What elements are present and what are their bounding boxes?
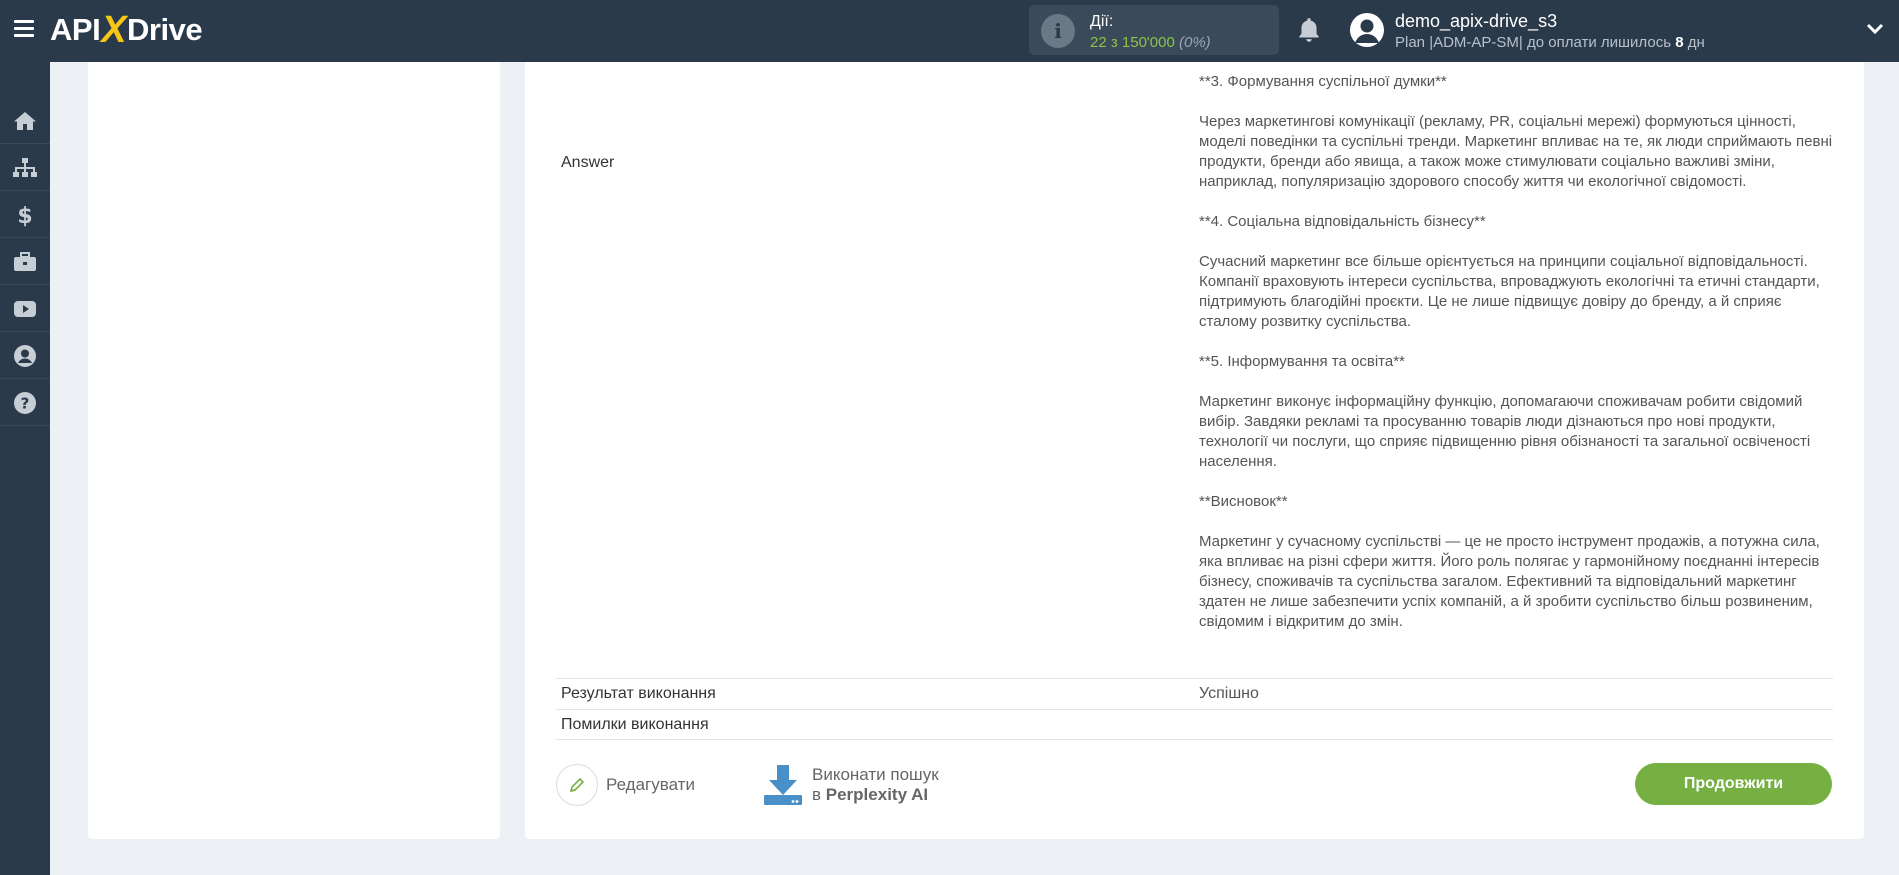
answer-field-label: Answer — [561, 154, 615, 171]
pencil-icon — [556, 764, 598, 806]
result-value: Успішно — [1199, 685, 1259, 702]
chevron-down-icon[interactable] — [1866, 22, 1884, 36]
actions-count: 22 з 150'000 — [1090, 34, 1175, 51]
sitemap-icon — [13, 157, 37, 177]
errors-label: Помилки виконання — [561, 716, 709, 733]
search-prefix: в — [812, 785, 826, 804]
sidebar-item-videos[interactable] — [0, 286, 50, 332]
answer-paragraph: Сучасний маркетинг все більше орієнтуєть… — [1199, 253, 1820, 330]
answer-paragraph: **5. Інформування та освіта** — [1199, 353, 1405, 370]
edit-button[interactable]: Редагувати — [556, 763, 695, 807]
download-icon — [764, 765, 802, 805]
sidebar-item-account[interactable] — [0, 333, 50, 379]
sidebar-item-services[interactable] — [0, 239, 50, 285]
logo-text-x: X — [101, 8, 127, 51]
help-icon: ? — [14, 391, 36, 414]
sidebar-item-home[interactable] — [0, 98, 50, 144]
dollar-icon: $ — [17, 204, 32, 227]
sidebar-item-billing[interactable]: $ — [0, 192, 50, 238]
username[interactable]: demo_apix-drive_s3 — [1395, 11, 1557, 32]
svg-text:?: ? — [21, 394, 30, 412]
left-panel — [88, 62, 500, 839]
top-bar: API X Drive i Дії: 22 з 150'000 (0%) demo_… — [0, 0, 1899, 62]
info-icon: i — [1041, 14, 1075, 48]
answer-paragraph: **3. Формування суспільної думки** — [1199, 73, 1447, 90]
plan-suffix: дн — [1683, 34, 1705, 51]
search-button-line2: в Perplexity AI — [812, 785, 939, 805]
answer-paragraph: **Висновок** — [1199, 493, 1288, 510]
sidebar-item-help[interactable]: ? — [0, 380, 50, 426]
answer-paragraph: Маркетинг виконує інформаційну функцію, … — [1199, 393, 1811, 470]
edit-button-label: Редагувати — [606, 775, 695, 794]
plan-info: Plan |ADM-AP-SM| до оплати лишилось 8 дн — [1395, 34, 1705, 51]
result-label: Результат виконання — [561, 685, 716, 702]
user-avatar-icon[interactable] — [1350, 13, 1384, 47]
sidebar: $ ? — [0, 62, 50, 875]
perplexity-brand: Perplexity AI — [825, 785, 929, 804]
apix-drive-logo[interactable]: API X Drive — [50, 9, 203, 51]
svg-text:$: $ — [17, 204, 32, 227]
table-row-errors: Помилки виконання — [556, 709, 1833, 740]
search-button-text: Виконати пошук в Perplexity AI — [812, 765, 939, 805]
continue-button[interactable]: Продовжити — [1635, 763, 1832, 805]
answer-paragraph: **4. Соціальна відповідальність бізнесу*… — [1199, 213, 1486, 230]
main-panel: Answer **3. Формування суспільної думки*… — [525, 62, 1864, 839]
table-row-result: Результат виконання Успішно — [556, 678, 1833, 709]
actions-percent: (0%) — [1179, 34, 1211, 51]
user-circle-icon — [14, 344, 36, 367]
search-button-line1: Виконати пошук — [812, 765, 939, 784]
home-icon — [14, 111, 36, 130]
menu-icon[interactable] — [14, 20, 34, 38]
search-perplexity-button[interactable]: Виконати пошук в Perplexity AI — [762, 762, 939, 808]
logo-text-api: API — [50, 12, 101, 47]
logo-text-drive: Drive — [127, 12, 203, 47]
actions-counter: i Дії: 22 з 150'000 (0%) — [1029, 5, 1279, 55]
plan-text: Plan |ADM-AP-SM| до оплати лишилось — [1395, 34, 1676, 51]
actions-label: Дії: — [1090, 13, 1114, 30]
answer-value: **3. Формування суспільної думки** Через… — [1199, 72, 1835, 632]
bell-icon[interactable] — [1296, 16, 1322, 44]
briefcase-icon — [14, 251, 36, 271]
plan-days: 8 — [1675, 34, 1684, 51]
answer-paragraph: Через маркетингові комунікації (рекламу,… — [1199, 113, 1833, 190]
sidebar-item-connections[interactable] — [0, 145, 50, 191]
youtube-icon — [14, 300, 36, 317]
answer-paragraph: Маркетинг у сучасному суспільстві — це н… — [1199, 533, 1820, 630]
actions-value: 22 з 150'000 (0%) — [1090, 34, 1211, 51]
